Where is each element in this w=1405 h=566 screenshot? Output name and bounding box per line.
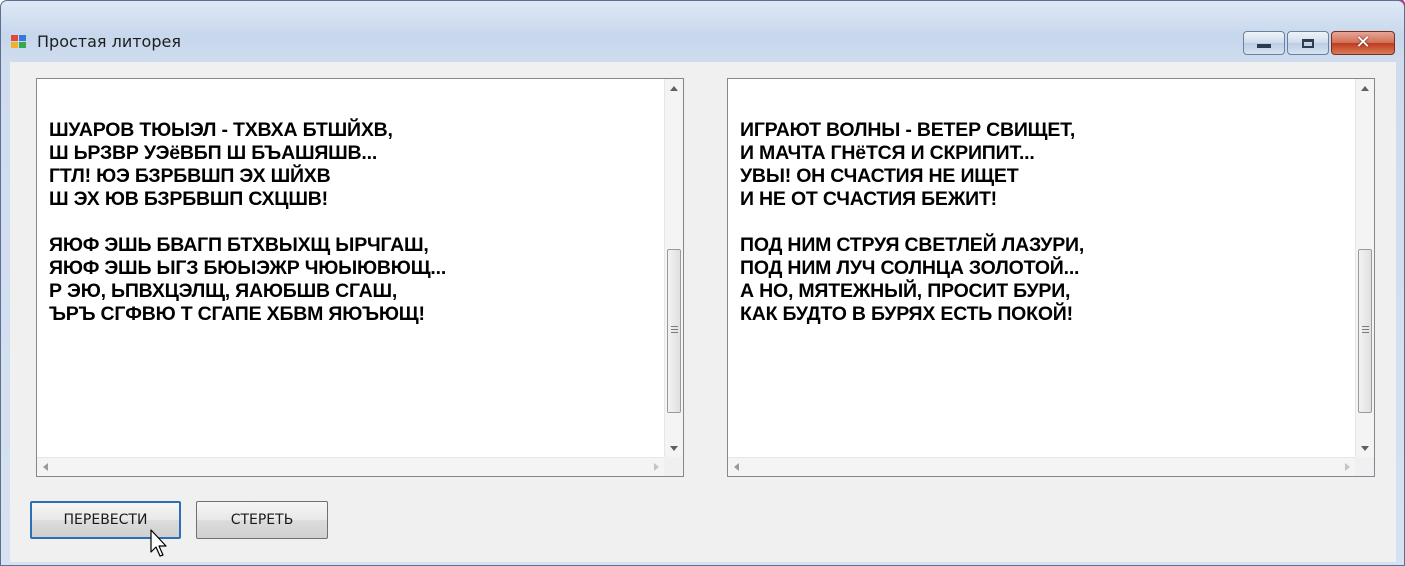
result-textbox[interactable]: ИГРАЮТ ВОЛНЫ - ВЕТЕР СВИЩЕТ, И МАЧТА ГНё…: [727, 78, 1375, 477]
client-area: ШУАРОВ ТЮЫЭЛ - ТХВХА БТШЙХВ, Ш ЬРЗВР УЭё…: [10, 62, 1396, 562]
result-line: ПОД НИМ СТРУЯ СВЕТЛЕЙ ЛАЗУРИ,: [740, 234, 1085, 256]
source-line: Ш ЬРЗВР УЭёВБП Ш БЪАШЯШВ...: [49, 142, 378, 164]
close-button[interactable]: ✕: [1331, 31, 1395, 55]
title-bar[interactable]: Простая литорея ✕: [1, 1, 1404, 61]
scroll-corner: [1355, 457, 1374, 476]
scroll-up-icon[interactable]: [1361, 86, 1369, 91]
scroll-left-icon[interactable]: [43, 463, 48, 471]
result-scroll-thumb[interactable]: [1358, 249, 1372, 413]
minimize-icon: [1257, 44, 1271, 48]
source-text-content[interactable]: ШУАРОВ ТЮЫЭЛ - ТХВХА БТШЙХВ, Ш ЬРЗВР УЭё…: [37, 79, 665, 458]
source-horizontal-scrollbar[interactable]: [37, 457, 665, 476]
source-line: ГТЛ! ЮЭ БЗРБВШП ЭХ ШЙХВ: [49, 165, 331, 187]
source-line: ЯЮФ ЭШЬ ЫГЗ БЮЫЭЖР ЧЮЫЮВЮЩ...: [49, 257, 447, 279]
scroll-down-icon[interactable]: [670, 446, 678, 451]
scroll-left-icon[interactable]: [734, 463, 739, 471]
result-horizontal-scrollbar[interactable]: [728, 457, 1356, 476]
result-vertical-scrollbar[interactable]: [1355, 79, 1374, 458]
result-line: И МАЧТА ГНёТСЯ И СКРИПИТ...: [740, 142, 1035, 164]
clear-button[interactable]: СТЕРЕТЬ: [196, 501, 328, 539]
scroll-up-icon[interactable]: [670, 86, 678, 91]
source-line: ЯЮФ ЭШЬ БВАГП БТХВЫХЩ ЫРЧГАШ,: [49, 234, 429, 256]
scroll-right-icon[interactable]: [1345, 463, 1350, 471]
source-line: Ш ЭХ ЮВ БЗРБВШП СХЦШВ!: [49, 188, 328, 210]
scroll-corner: [664, 457, 683, 476]
maximize-button[interactable]: [1287, 31, 1329, 55]
source-scroll-thumb[interactable]: [667, 249, 681, 413]
grip-icon: [1362, 326, 1369, 335]
result-line: ИГРАЮТ ВОЛНЫ - ВЕТЕР СВИЩЕТ,: [740, 119, 1076, 141]
result-text-content[interactable]: ИГРАЮТ ВОЛНЫ - ВЕТЕР СВИЩЕТ, И МАЧТА ГНё…: [728, 79, 1356, 458]
result-line: [740, 211, 1356, 234]
scroll-down-icon[interactable]: [1361, 446, 1369, 451]
mouse-pointer-icon: [150, 529, 167, 557]
maximize-icon: [1302, 38, 1314, 48]
source-textbox[interactable]: ШУАРОВ ТЮЫЭЛ - ТХВХА БТШЙХВ, Ш ЬРЗВР УЭё…: [36, 78, 684, 477]
result-line: И НЕ ОТ СЧАСТИЯ БЕЖИТ!: [740, 188, 997, 210]
result-line: УВЫ! ОН СЧАСТИЯ НЕ ИЩЕТ: [740, 165, 1019, 187]
grip-icon: [671, 326, 678, 335]
source-line: Р ЭЮ, ЬПВХЦЭЛЩ, ЯАЮБШВ СГАШ,: [49, 280, 398, 302]
source-line: ЪРЪ СГФВЮ Т СГАПЕ ХБВМ ЯЮЪЮЩ!: [49, 303, 425, 325]
result-line: ПОД НИМ ЛУЧ СОЛНЦА ЗОЛОТОЙ...: [740, 257, 1080, 279]
result-line: А НО, МЯТЕЖНЫЙ, ПРОСИТ БУРИ,: [740, 280, 1071, 302]
app-window: Простая литорея ✕ ШУАРОВ ТЮЫЭЛ - ТХВХА Б…: [0, 0, 1405, 566]
source-line: [49, 211, 665, 234]
close-icon: ✕: [1355, 32, 1371, 53]
app-icon: [11, 35, 27, 49]
result-line: КАК БУДТО В БУРЯХ ЕСТЬ ПОКОЙ!: [740, 303, 1073, 325]
minimize-button[interactable]: [1243, 31, 1285, 55]
source-line: ШУАРОВ ТЮЫЭЛ - ТХВХА БТШЙХВ,: [49, 119, 393, 141]
window-title: Простая литорея: [37, 32, 181, 51]
scroll-right-icon[interactable]: [654, 463, 659, 471]
source-vertical-scrollbar[interactable]: [664, 79, 683, 458]
